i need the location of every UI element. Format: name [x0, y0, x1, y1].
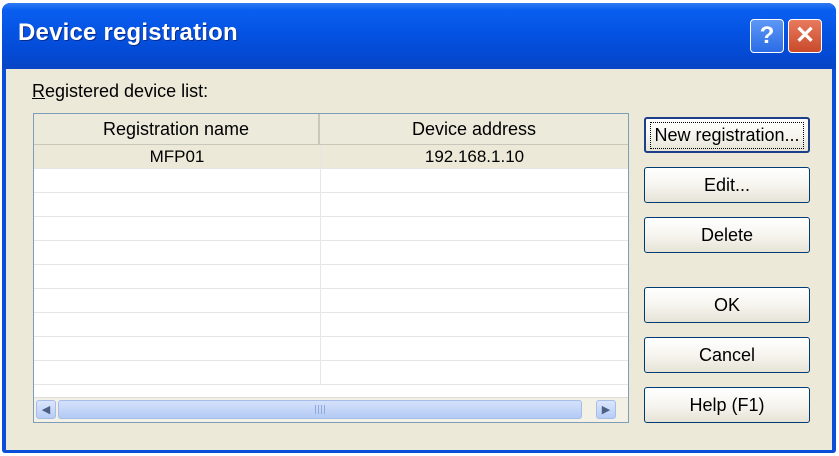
- cancel-button[interactable]: Cancel: [644, 337, 810, 373]
- table-row: [34, 313, 628, 337]
- registration-name-cell: [34, 289, 321, 313]
- list-header: Registration name Device address: [34, 114, 628, 145]
- table-row: [34, 361, 628, 385]
- device-address-cell: [321, 169, 628, 193]
- scrollbar-thumb[interactable]: [58, 400, 582, 419]
- close-button[interactable]: ✕: [788, 19, 822, 53]
- table-row: [34, 217, 628, 241]
- device-address-cell: [321, 265, 628, 289]
- scroll-right-button[interactable]: ▶: [596, 400, 616, 419]
- table-row[interactable]: MFP01 192.168.1.10: [34, 145, 628, 169]
- list-rows: MFP01 192.168.1.10: [34, 145, 628, 385]
- dialog-title: Device registration: [18, 19, 238, 46]
- registration-name-cell: [34, 241, 321, 265]
- table-row: [34, 265, 628, 289]
- registration-name-cell: [34, 169, 321, 193]
- help-title-button[interactable]: ?: [750, 19, 784, 53]
- device-address-cell: [321, 313, 628, 337]
- table-row: [34, 337, 628, 361]
- device-registration-dialog: Device registration ? ✕ Registered devic…: [2, 3, 836, 453]
- registration-name-cell: [34, 337, 321, 361]
- new-registration-label: New registration...: [650, 121, 804, 149]
- device-address-cell: [321, 361, 628, 385]
- column-header-device-address[interactable]: Device address: [320, 114, 628, 144]
- registration-name-cell: [34, 265, 321, 289]
- registration-name-cell: [34, 217, 321, 241]
- registration-name-cell: [34, 361, 321, 385]
- delete-label: Delete: [700, 224, 754, 245]
- scroll-left-button[interactable]: ◀: [36, 400, 56, 419]
- label-accesskey: R: [32, 81, 45, 101]
- question-icon: ?: [759, 22, 775, 49]
- label-rest: egistered device list:: [45, 81, 209, 101]
- horizontal-scrollbar[interactable]: ◀ ▶: [34, 397, 628, 422]
- registered-device-list-label: Registered device list:: [32, 81, 208, 102]
- device-address-cell: 192.168.1.10: [424, 147, 525, 166]
- registration-name-cell: [34, 193, 321, 217]
- new-registration-button[interactable]: New registration...: [644, 117, 810, 153]
- column-header-registration-name[interactable]: Registration name: [34, 114, 320, 144]
- delete-button[interactable]: Delete: [644, 217, 810, 253]
- ok-label: OK: [713, 294, 740, 315]
- help-label: Help (F1): [689, 394, 765, 415]
- dialog-body: Registered device list: Registration nam…: [6, 69, 832, 450]
- ok-button[interactable]: OK: [644, 287, 810, 323]
- table-row: [34, 289, 628, 313]
- edit-label: Edit...: [703, 174, 751, 195]
- table-row: [34, 193, 628, 217]
- device-address-cell: [321, 193, 628, 217]
- close-icon: ✕: [794, 22, 816, 49]
- arrow-right-icon: ▶: [601, 404, 611, 416]
- table-row: [34, 169, 628, 193]
- device-address-cell: [321, 241, 628, 265]
- arrow-left-icon: ◀: [41, 404, 51, 416]
- cancel-label: Cancel: [698, 344, 756, 365]
- registered-device-list[interactable]: Registration name Device address MFP01 1…: [33, 113, 629, 423]
- grip-icon: [315, 405, 325, 414]
- device-address-cell: [321, 217, 628, 241]
- table-row: [34, 241, 628, 265]
- registration-name-cell: [34, 313, 321, 337]
- title-bar[interactable]: Device registration ? ✕: [2, 3, 836, 69]
- registration-name-cell: MFP01: [34, 145, 321, 169]
- help-button[interactable]: Help (F1): [644, 387, 810, 423]
- device-address-cell: [321, 337, 628, 361]
- device-address-cell: [321, 289, 628, 313]
- edit-button[interactable]: Edit...: [644, 167, 810, 203]
